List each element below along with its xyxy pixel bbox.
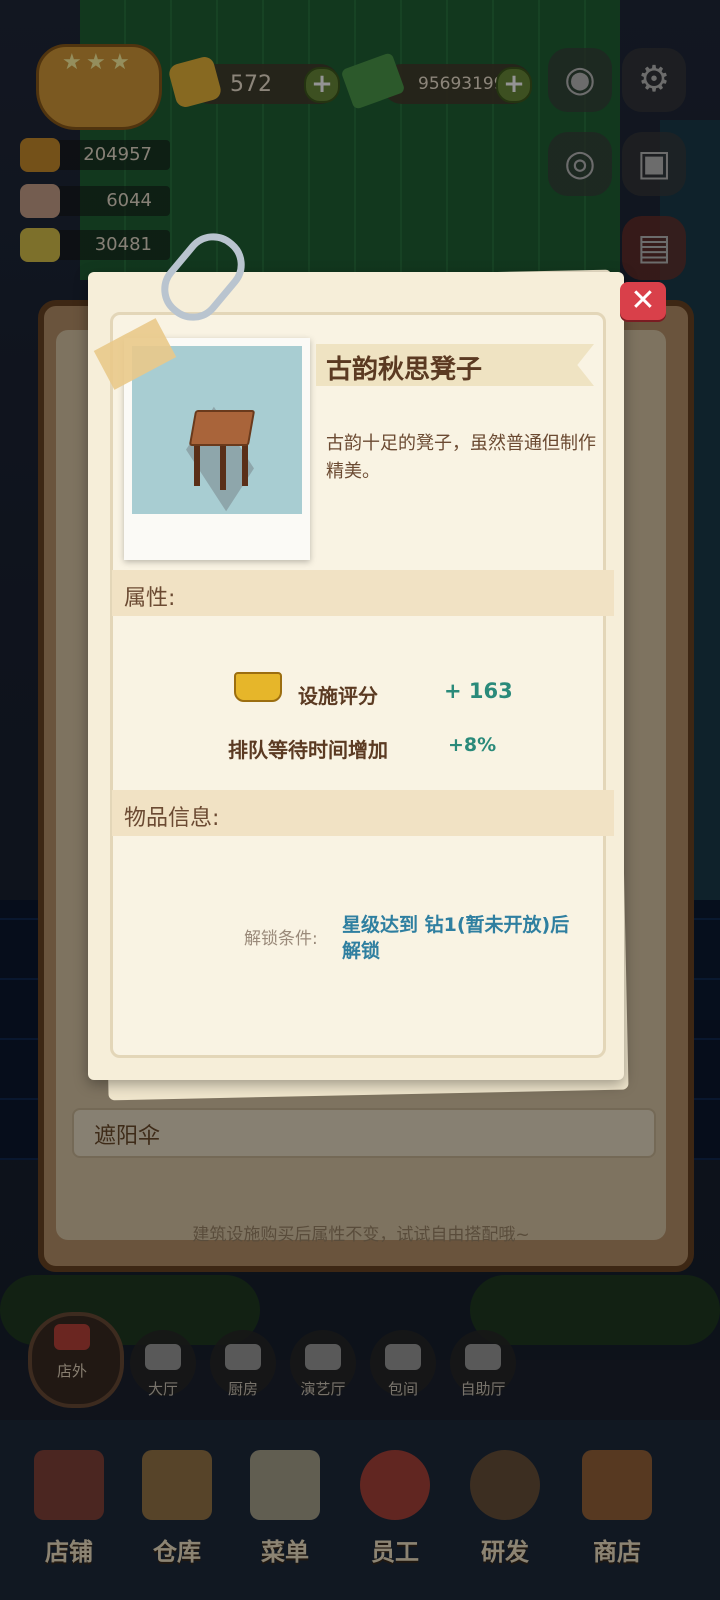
- info-header: 物品信息:: [112, 790, 614, 836]
- attr-queue-time-value: +8%: [448, 734, 497, 756]
- attr-queue-time-label: 排队等待时间增加: [228, 738, 388, 762]
- gold-ingot-icon: [234, 672, 282, 702]
- stool-leg: [220, 446, 226, 490]
- attributes-header: 属性:: [112, 570, 614, 616]
- attr-facility-score-value: + 163: [444, 679, 513, 703]
- item-title: 古韵秋思凳子: [326, 355, 483, 385]
- attributes-header-label: 属性:: [124, 586, 176, 611]
- game-scene: 遮阳伞 建筑设施购买后属性不变，试试自由搭配哦~ ★ ★ ★ 572 + 956…: [0, 0, 720, 1600]
- unlock-condition-text: 星级达到 钻1(暂未开放)后解锁: [342, 914, 570, 962]
- stool-icon: [188, 410, 256, 446]
- item-photo: [124, 338, 310, 560]
- close-button[interactable]: ✕: [620, 282, 666, 320]
- attr-facility-score-label: 设施评分: [298, 684, 378, 708]
- unlock-condition-label: 解锁条件:: [244, 929, 318, 949]
- item-description: 古韵十足的凳子，虽然普通但制作精美。: [326, 433, 596, 482]
- info-header-label: 物品信息:: [124, 806, 220, 831]
- item-image: [132, 346, 302, 514]
